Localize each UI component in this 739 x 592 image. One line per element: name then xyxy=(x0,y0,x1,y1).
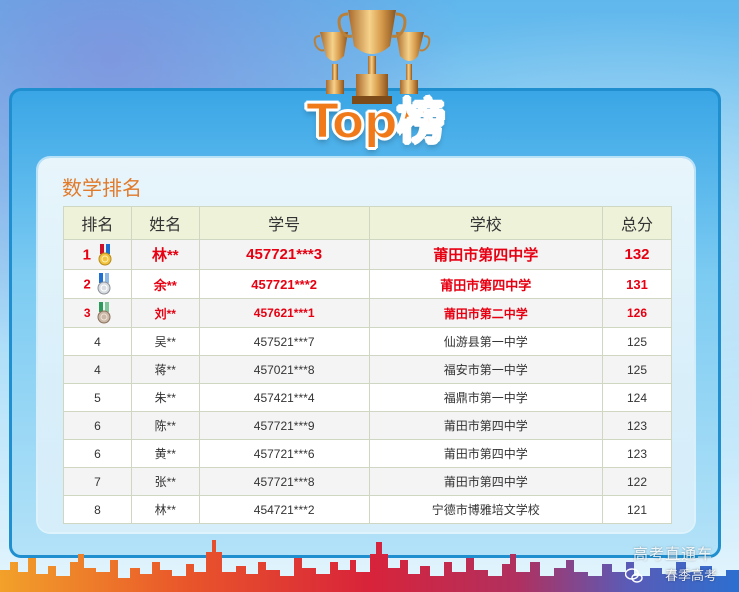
table-row: 7 张** 457721***8 莆田市第四中学 122 xyxy=(63,467,672,496)
wechat-icon xyxy=(625,568,643,583)
watermark-text: 高考直通车 xyxy=(632,545,713,563)
table-row: 4 吴** 457521***7 仙游县第一中学 125 xyxy=(63,327,672,356)
id-cell: 457621***1 xyxy=(198,298,370,328)
table-row: 8 林** 454721***2 宁德市博雅培文学校 121 xyxy=(63,495,672,524)
school-cell: 福鼎市第一中学 xyxy=(368,383,604,412)
silver-medal-icon xyxy=(97,273,111,295)
name-cell: 蒋** xyxy=(130,355,200,384)
watermark-account: 春季高考 xyxy=(664,569,717,584)
id-cell: 457021***8 xyxy=(198,355,370,384)
score-cell: 123 xyxy=(602,411,672,440)
school-cell: 仙游县第一中学 xyxy=(368,327,604,356)
rank-cell: 6 xyxy=(63,411,132,440)
school-cell: 莆田市第四中学 xyxy=(368,269,604,299)
rank-cell: 3 xyxy=(63,298,132,328)
name-cell: 陈** xyxy=(130,411,200,440)
rank-cell: 4 xyxy=(63,327,132,356)
score-cell: 125 xyxy=(602,355,672,384)
header-id: 学号 xyxy=(198,206,370,240)
rank-cell: 1 xyxy=(63,239,132,270)
table-row: 6 陈** 457721***9 莆田市第四中学 123 xyxy=(63,411,672,440)
school-cell: 莆田市第四中学 xyxy=(368,439,604,468)
table-row: 1 林** 457721***3 莆田市第四中学 132 xyxy=(63,239,672,270)
table-row: 2 余** 457721***2 莆田市第四中学 131 xyxy=(63,269,672,299)
score-cell: 131 xyxy=(602,269,672,299)
name-cell: 刘** xyxy=(130,298,200,328)
id-cell: 457421***4 xyxy=(198,383,370,412)
table-row: 3 刘** 457621***1 莆田市第二中学 126 xyxy=(63,298,672,328)
id-cell: 457721***2 xyxy=(198,269,370,299)
score-cell: 123 xyxy=(602,439,672,468)
page-title: Top榜 xyxy=(305,93,446,151)
score-cell: 124 xyxy=(602,383,672,412)
score-cell: 122 xyxy=(602,467,672,496)
rank-cell: 5 xyxy=(63,383,132,412)
bronze-medal-icon xyxy=(97,302,111,324)
name-cell: 林** xyxy=(130,495,200,524)
name-cell: 吴** xyxy=(130,327,200,356)
id-cell: 457721***9 xyxy=(198,411,370,440)
name-cell: 张** xyxy=(130,467,200,496)
school-cell: 莆田市第四中学 xyxy=(368,467,604,496)
school-cell: 莆田市第四中学 xyxy=(368,411,604,440)
rank-number: 2 xyxy=(83,276,91,292)
header-rank: 排名 xyxy=(63,206,132,240)
id-cell: 457521***7 xyxy=(198,327,370,356)
name-cell: 朱** xyxy=(130,383,200,412)
score-cell: 125 xyxy=(602,327,672,356)
rank-cell: 4 xyxy=(63,355,132,384)
rank-cell: 8 xyxy=(63,495,132,524)
rank-cell: 6 xyxy=(63,439,132,468)
score-cell: 121 xyxy=(602,495,672,524)
school-cell: 宁德市博雅培文学校 xyxy=(368,495,604,524)
table-row: 4 蒋** 457021***8 福安市第一中学 125 xyxy=(63,355,672,384)
score-cell: 126 xyxy=(602,298,672,328)
gold-medal-icon xyxy=(98,243,112,265)
rank-number: 3 xyxy=(83,306,91,320)
school-cell: 莆田市第四中学 xyxy=(368,239,604,270)
id-cell: 454721***2 xyxy=(198,495,370,524)
id-cell: 457721***6 xyxy=(198,439,370,468)
id-cell: 457721***3 xyxy=(198,239,370,270)
score-cell: 132 xyxy=(602,239,672,270)
rank-cell: 2 xyxy=(63,269,132,299)
rank-number: 1 xyxy=(82,246,92,263)
name-cell: 余** xyxy=(130,269,200,299)
header-school: 学校 xyxy=(368,206,604,240)
header-name: 姓名 xyxy=(130,206,200,240)
table-header-row: 排名 姓名 学号 学校 总分 xyxy=(63,206,672,240)
ranking-table: 排名 姓名 学号 学校 总分 1 林** 457721***3 莆田市第四中学 … xyxy=(63,206,672,524)
name-cell: 黄** xyxy=(130,439,200,468)
table-row: 5 朱** 457421***4 福鼎市第一中学 124 xyxy=(63,383,672,412)
id-cell: 457721***8 xyxy=(198,467,370,496)
rank-cell: 7 xyxy=(63,467,132,496)
school-cell: 莆田市第二中学 xyxy=(368,298,604,328)
panel-title: 数学排名 xyxy=(62,176,142,200)
name-cell: 林** xyxy=(130,239,200,270)
school-cell: 福安市第一中学 xyxy=(368,355,604,384)
table-row: 6 黄** 457721***6 莆田市第四中学 123 xyxy=(63,439,672,468)
header-score: 总分 xyxy=(602,206,672,240)
title-banner: Top榜 xyxy=(290,92,460,152)
